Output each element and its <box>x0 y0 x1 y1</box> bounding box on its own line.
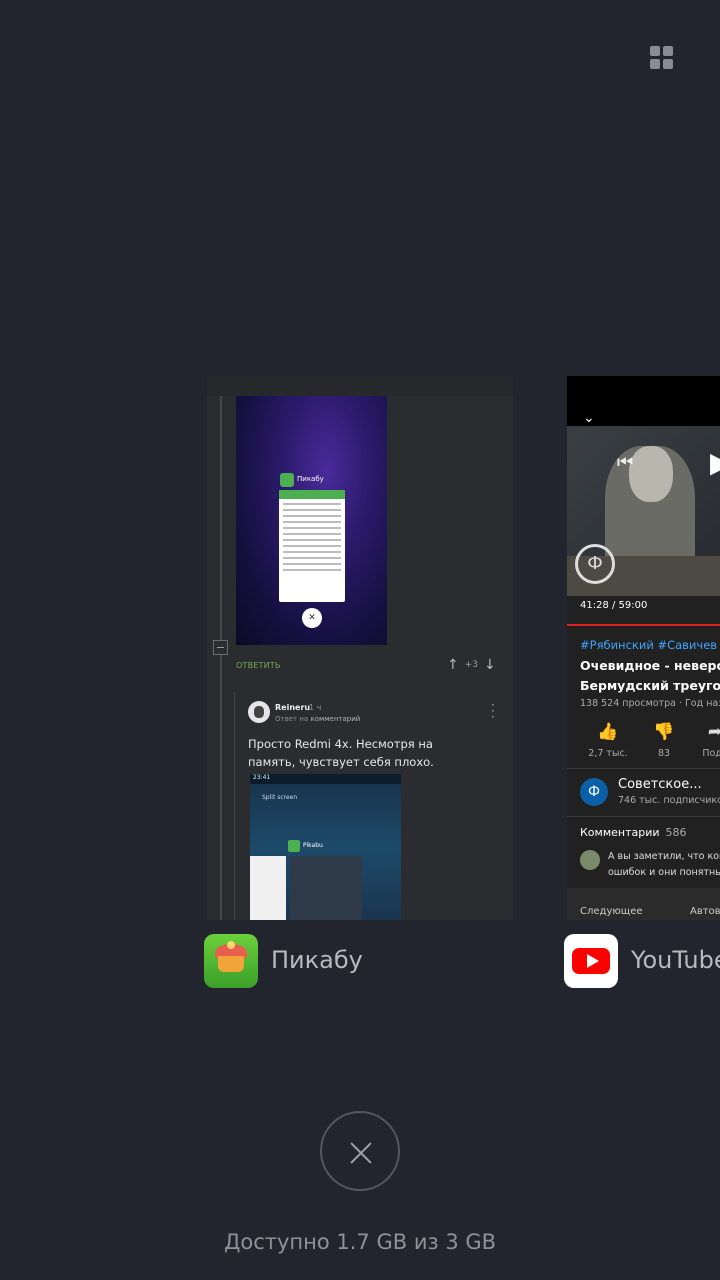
share-button: ➦ Поде <box>685 722 720 759</box>
rating-count: +3 <box>464 660 479 670</box>
video-progress-bar <box>567 624 720 626</box>
pikabu-mini-icon <box>288 840 300 852</box>
video-views: 138 524 просмотра · Год наза <box>580 698 720 709</box>
clear-all-button[interactable] <box>320 1111 400 1191</box>
video-player: Ф <box>567 426 720 596</box>
like-button: 👍 2,7 тыс. <box>578 722 638 759</box>
arrow-down-icon: ↓ <box>484 657 496 673</box>
thread-line <box>234 692 235 920</box>
recent-card-pikabu[interactable]: Пикабу ✕ ОТВЕТИТЬ ↑ +3 ↓ Reineru 1 ч Отв… <box>207 376 513 920</box>
reply-button: ОТВЕТИТЬ <box>236 661 281 670</box>
close-icon: ✕ <box>302 608 322 628</box>
video-time: 41:28 / 59:00 <box>580 600 648 611</box>
video-title: Очевидное - невероят Бермудский треуголь <box>580 658 720 693</box>
reply-to-label: Ответ на комментарий <box>275 715 361 723</box>
channel-subscribers: 746 тыс. подписчико <box>618 795 720 806</box>
app-label-pikabu: Пикабу <box>271 946 363 974</box>
channel-logo-icon: Ф <box>575 544 615 584</box>
up-next-label: Следующее <box>580 906 643 917</box>
comment-text: Просто Redmi 4x. Несмотря на память, чув… <box>248 737 434 769</box>
previous-icon: ⏮ <box>617 452 634 473</box>
grid-view-icon[interactable] <box>650 46 674 70</box>
avatar <box>580 850 600 870</box>
mini-app-title: Pikabu <box>303 842 323 849</box>
share-icon: ➦ <box>707 722 720 742</box>
comment-username: Reineru <box>275 703 311 712</box>
channel-avatar: Ф <box>580 778 608 806</box>
status-bar: 23:41 <box>250 774 401 784</box>
recent-card-youtube[interactable]: ⌄ Ф ⏮ ▶ 41:28 / 59:00 #Рябинский #Савиче… <box>567 376 720 920</box>
app-toolbar <box>207 376 513 396</box>
attached-screenshot: 23:41 Split screen Pikabu <box>250 774 401 920</box>
mini-app-title: Пикабу <box>297 475 324 483</box>
app-label-youtube: YouTube <box>631 946 720 974</box>
autoplay-label: Автов <box>690 906 720 917</box>
split-pane-right <box>290 856 362 920</box>
split-screen-label: Split screen <box>262 794 298 801</box>
pikabu-mini-icon <box>280 473 294 487</box>
comments-header: Комментарии 586 <box>580 826 687 839</box>
chevron-down-icon: ⌄ <box>583 410 595 426</box>
play-icon: ▶ <box>710 446 720 479</box>
youtube-app-icon[interactable] <box>564 934 618 988</box>
video-hashtags: #Рябинский #Савичев #Г <box>580 638 720 652</box>
arrow-up-icon: ↑ <box>447 657 459 673</box>
split-pane-left <box>250 856 286 920</box>
memory-status: Доступно 1.7 GB из 3 GB <box>223 1230 497 1254</box>
comment-screenshot: Пикабу ✕ <box>236 396 387 645</box>
thread-line <box>220 396 222 920</box>
mini-app-preview <box>279 490 345 602</box>
thumb-up-icon: 👍 <box>597 722 619 742</box>
collapse-thread-button <box>213 640 228 655</box>
channel-name: Советское... <box>618 777 702 792</box>
more-vert-icon: · · · <box>491 698 495 724</box>
pikabu-app-icon[interactable] <box>204 934 258 988</box>
avatar <box>248 701 270 723</box>
top-comment: А вы заметили, что ком ошибок и они поня… <box>608 851 720 878</box>
comment-time: 1 ч <box>309 703 322 712</box>
vote-controls: ↑ +3 ↓ <box>447 657 496 673</box>
